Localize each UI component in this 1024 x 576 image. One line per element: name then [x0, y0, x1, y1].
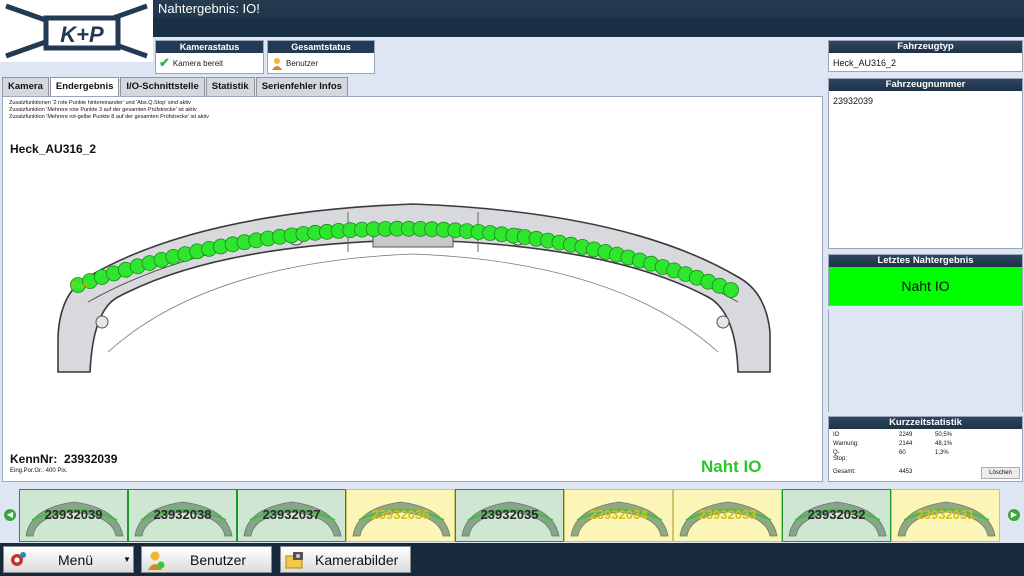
- kamerastatus-value: Kamera bereit: [172, 58, 224, 68]
- benutzer-label: Benutzer: [190, 551, 247, 568]
- thumbnail-item[interactable]: 23932037: [237, 489, 346, 542]
- thumbnail-number: 23932031: [916, 507, 975, 522]
- kenn-value: 23932039: [64, 452, 118, 466]
- menu-label: Menü: [58, 551, 94, 568]
- scroll-right-icon[interactable]: ▶: [1008, 509, 1020, 521]
- thumbnail-item[interactable]: 23932035: [455, 489, 564, 542]
- tab-endergebnis[interactable]: Endergebnis: [49, 77, 120, 97]
- thumbnail-number: 23932035: [480, 507, 539, 522]
- thumbnail-item[interactable]: 23932032: [782, 489, 891, 542]
- tab-serienfehler-infos[interactable]: Serienfehler Infos: [255, 77, 348, 96]
- info-lines: Zusatzfunktionen '2 rote Punkte hinterei…: [9, 100, 209, 121]
- thumbnail-number: 23932036: [371, 507, 430, 522]
- thumbnail-number: 23932037: [262, 507, 321, 522]
- letztes-nahtergebnis-value: Naht IO: [829, 267, 1022, 305]
- gear-icon: [8, 550, 28, 570]
- benutzer-button[interactable]: Benutzer: [141, 546, 272, 573]
- thumbnail-number: 23932033: [698, 507, 757, 522]
- kamerastatus-panel: Kamerastatus ✔ Kamera bereit: [155, 40, 264, 74]
- thumbnail-number: 23932032: [807, 507, 866, 522]
- loeschen-button[interactable]: Löschen: [981, 467, 1020, 479]
- fahrzeugnummer-value: 23932039: [833, 96, 874, 106]
- part-drawing: Start: [57, 203, 771, 373]
- scroll-left-icon[interactable]: ◀: [4, 509, 16, 521]
- gesamtstatus-value: Benutzer: [286, 58, 319, 68]
- check-icon: ✔: [159, 55, 170, 70]
- fahrzeugtyp-value: Heck_AU316_2: [833, 58, 897, 68]
- start-label: Start: [71, 281, 89, 290]
- eing-por-gr: Eing.Por.Gr.: 400 Pix.: [10, 468, 68, 474]
- fahrzeugnummer-header: Fahrzeugnummer: [829, 79, 1022, 91]
- thumbnail-item[interactable]: 23932031: [891, 489, 1000, 542]
- info-line: Zusatzfunktion 'Mehrere rote Punkte 3 au…: [9, 107, 197, 113]
- seam-points: [70, 220, 739, 298]
- app-window: K+P Nahtergebnis: IO! Kamerastatus ✔ Kam…: [0, 0, 1024, 576]
- seam-point: [723, 282, 739, 298]
- thumbnail-number: 23932034: [589, 507, 648, 522]
- thumbnail-number: 23932039: [44, 507, 103, 522]
- endergebnis-view: Zusatzfunktionen '2 rote Punkte hinterei…: [2, 96, 823, 482]
- gesamtstatus-header: Gesamtstatus: [268, 41, 374, 53]
- kurzzeitstatistik-header: Kurzzeitstatistik: [829, 417, 1022, 429]
- fahrzeugtyp-header: Fahrzeugtyp: [829, 41, 1022, 53]
- logo-text: K+P: [60, 22, 104, 47]
- user-icon: [146, 550, 166, 570]
- page-title: Nahtergebnis: IO!: [158, 1, 260, 16]
- kenn-label: KennNr:: [10, 452, 58, 466]
- fahrzeugnummer-panel: Fahrzeugnummer 23932039: [828, 78, 1023, 249]
- kamerabilder-label: Kamerabilder: [315, 551, 399, 568]
- title-bar: Nahtergebnis: IO!: [153, 0, 1024, 37]
- kenn-nr: KennNr: 23932039: [10, 452, 117, 466]
- fahrzeugtyp-panel: Fahrzeugtyp Heck_AU316_2: [828, 40, 1023, 72]
- letztes-nahtergebnis-panel: Letztes Nahtergebnis Naht IO: [828, 254, 1023, 306]
- menu-button[interactable]: Menü ▼: [3, 546, 134, 573]
- naht-result: Naht IO: [701, 457, 762, 476]
- info-line: Zusatzfunktion 'Mehrere rot-gelbe Punkte…: [9, 114, 209, 120]
- kamerastatus-header: Kamerastatus: [156, 41, 263, 53]
- gesamtstatus-panel: Gesamtstatus Benutzer: [267, 40, 375, 74]
- thumbnail-item[interactable]: 23932038: [128, 489, 237, 542]
- thumbnail-item[interactable]: 23932039: [19, 489, 128, 542]
- thumbnail-number: 23932038: [153, 507, 212, 522]
- info-line: Zusatzfunktionen '2 rote Punkte hinterei…: [9, 100, 191, 106]
- kamerabilder-button[interactable]: Kamerabilder: [280, 546, 411, 573]
- thumbnail-item[interactable]: 23932033: [673, 489, 782, 542]
- kp-logo: K+P: [0, 0, 153, 62]
- dropdown-arrow-icon: ▼: [123, 555, 131, 564]
- user-icon: [271, 57, 283, 70]
- thumbnail-list: 23932039 23932038 23932037 23932036 23932035…: [19, 489, 1000, 542]
- folder-camera-icon: [285, 550, 305, 570]
- part-name: Heck_AU316_2: [10, 142, 97, 156]
- tab-statistik[interactable]: Statistik: [205, 77, 255, 96]
- tab-bar: Kamera Endergebnis I/O-Schnittstelle Statis…: [2, 77, 349, 97]
- kurzzeitstatistik-panel: Kurzzeitstatistik IO 2249 50,5% Warnung:…: [828, 416, 1023, 482]
- thumbnail-item[interactable]: 23932036: [346, 489, 455, 542]
- tab-i-o-schnittstelle[interactable]: I/O-Schnittstelle: [120, 77, 205, 96]
- tab-kamera[interactable]: Kamera: [2, 77, 49, 96]
- thumbnail-item[interactable]: 23932034: [564, 489, 673, 542]
- letztes-nahtergebnis-header: Letztes Nahtergebnis: [829, 255, 1022, 267]
